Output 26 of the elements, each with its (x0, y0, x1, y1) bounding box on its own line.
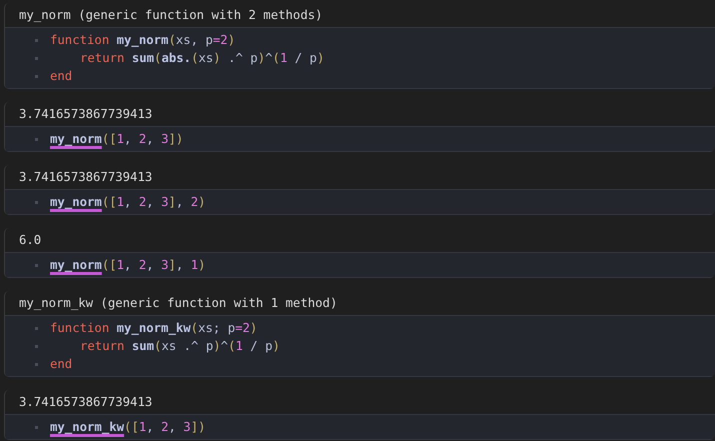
code-line: my_norm_kw([1, 2, 3]) (50, 419, 206, 436)
cell-output: 6.0 (18, 232, 42, 249)
function-link[interactable]: my_norm (50, 195, 102, 209)
function-link[interactable]: my_norm (50, 258, 102, 272)
code-line: return sum(abs.(xs) .^ p)^(1 / p) (79, 50, 324, 67)
code-line: my_norm([1, 2, 3]) (50, 131, 184, 148)
cell-output: my_norm_kw (generic function with 1 method) (18, 295, 338, 312)
code-line: end (50, 356, 72, 373)
function-link[interactable]: my_norm (50, 132, 102, 146)
code-line: my_norm([1, 2, 3], 2) (50, 194, 206, 211)
cell-output: my_norm (generic function with 2 methods) (18, 7, 323, 24)
code-line: function my_norm_kw(xs; p=2) (50, 320, 258, 337)
code-editor[interactable]: function my_norm_kw(xs; p=2) return sum(xs .^ p)^(1 / p) end (5, 315, 715, 377)
cell-output: 3.7416573867739413 (18, 394, 152, 411)
code-editor[interactable]: my_norm([1, 2, 3]) (5, 126, 715, 152)
code-line: function my_norm(xs, p=2) (50, 32, 236, 49)
cell-output: 3.7416573867739413 (18, 106, 152, 123)
code-line: my_norm([1, 2, 3], 1) (50, 257, 206, 274)
cell-output: 3.7416573867739413 (18, 169, 152, 186)
code-editor[interactable]: function my_norm(xs, p=2) return sum(abs.(xs) .^ p)^(1 / p) end (5, 27, 715, 89)
code-line: end (50, 68, 72, 85)
code-editor[interactable]: my_norm_kw([1, 2, 3]) (5, 414, 715, 440)
code-editor[interactable]: my_norm([1, 2, 3], 1) (5, 252, 715, 278)
code-line: return sum(xs .^ p)^(1 / p) (79, 338, 280, 355)
code-editor[interactable]: my_norm([1, 2, 3], 2) (5, 189, 715, 215)
function-link[interactable]: my_norm_kw (50, 420, 124, 434)
